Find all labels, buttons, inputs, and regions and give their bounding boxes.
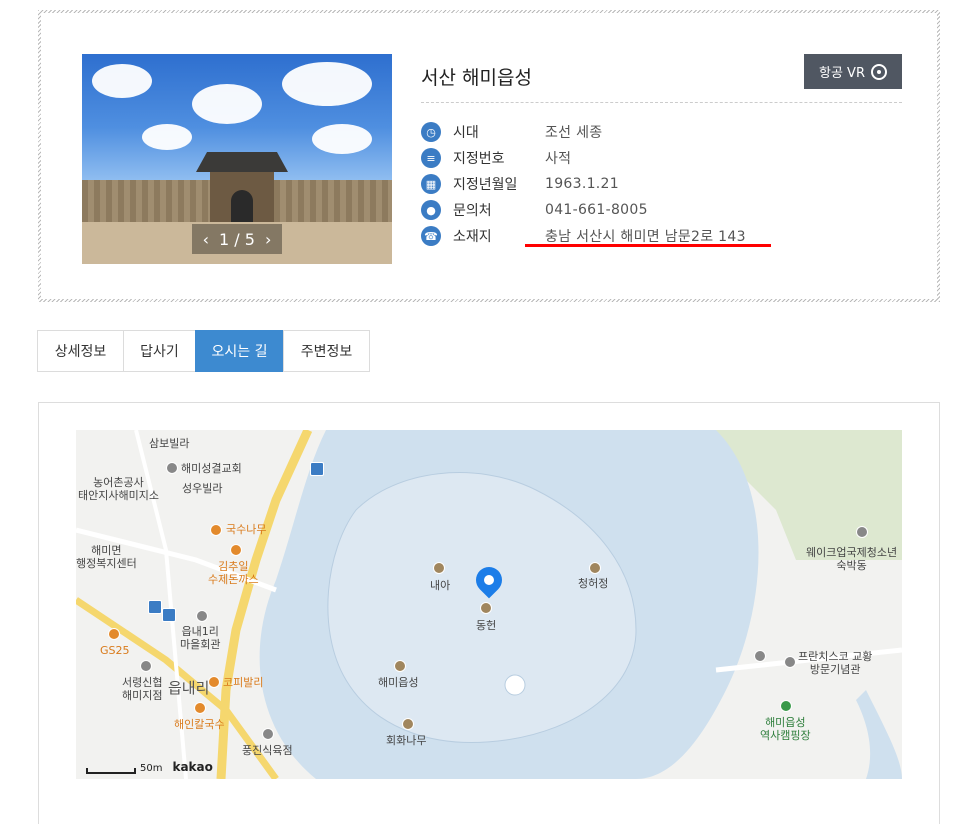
photo-nav: ‹ 1 / 5 › xyxy=(192,224,282,254)
map-label: 해인칼국수 xyxy=(174,718,225,731)
chevron-left-icon[interactable]: ‹ xyxy=(203,230,209,249)
detail-label: 문의처 xyxy=(453,203,492,219)
heritage-icon[interactable] xyxy=(402,718,414,730)
map-label: 농어촌공사 태안지사해미지소 xyxy=(78,476,159,502)
cafe-icon[interactable] xyxy=(208,676,220,688)
map-scale: 50m kakao xyxy=(86,760,213,774)
photo-counter: 1 / 5 xyxy=(219,229,255,249)
aerial-vr-button[interactable]: 항공 VR xyxy=(804,54,902,89)
detail-label: 지정번호 xyxy=(453,151,505,167)
map-label: 코피발리 xyxy=(223,676,264,689)
bank-icon xyxy=(140,660,152,672)
bus-stop-icon[interactable] xyxy=(148,600,162,614)
map-label: 프란치스코 교황 방문기념관 xyxy=(798,650,873,676)
document-icon: ≡ xyxy=(421,148,441,168)
map-label: 동헌 xyxy=(476,619,497,632)
convenience-store-icon[interactable] xyxy=(108,628,120,640)
tab-nearby[interactable]: 주변정보 xyxy=(283,330,370,372)
map-label: GS25 xyxy=(100,644,130,657)
detail-value: 041-661-8005 xyxy=(545,202,648,218)
map-label: 해미면 행정복지센터 xyxy=(76,544,137,570)
map-label: 해미성결교회 xyxy=(181,462,242,475)
map-label: 삼보빌라 xyxy=(149,437,190,450)
lodging-icon xyxy=(856,526,868,538)
map-label: 청허정 xyxy=(578,577,609,590)
heritage-photo: ‹ 1 / 5 › xyxy=(82,54,392,264)
detail-row-date: ▦ 지정년월일 1963.1.21 xyxy=(421,171,746,197)
map-label: 성우빌라 xyxy=(182,482,223,495)
kakao-map[interactable]: 삼보빌라 해미성결교회 농어촌공사 태안지사해미지소 성우빌라 국수나무 해미면… xyxy=(76,430,902,779)
detail-label: 소재지 xyxy=(453,229,492,245)
clock-icon: ◷ xyxy=(421,122,441,142)
restaurant-icon[interactable] xyxy=(230,544,242,556)
tab-bar: 상세정보 답사기 오시는 길 주변정보 xyxy=(37,330,370,372)
scale-bar xyxy=(86,768,136,774)
heritage-icon[interactable] xyxy=(394,660,406,672)
place-icon xyxy=(196,610,208,622)
detail-label: 지정년월일 xyxy=(453,177,518,193)
heritage-icon[interactable] xyxy=(480,602,492,614)
tab-directions[interactable]: 오시는 길 xyxy=(195,330,284,372)
phone-icon: ☎ xyxy=(421,226,441,246)
map-label: 서령신협 해미지점 xyxy=(122,676,163,702)
map-label: 해미읍성 xyxy=(378,676,419,689)
heritage-info-box: ‹ 1 / 5 › 서산 해미읍성 항공 VR ◷ 시대 조선 세종 ≡ 지정번… xyxy=(38,10,940,302)
kakao-logo: kakao xyxy=(172,760,213,774)
camping-icon xyxy=(780,700,792,712)
vr-button-label: 항공 VR xyxy=(819,66,865,81)
detail-value: 1963.1.21 xyxy=(545,176,619,192)
map-label: 해미읍성 역사캠핑장 xyxy=(760,716,811,742)
map-label: 웨이크업국제청소년 숙박동 xyxy=(806,546,898,572)
detail-row-contact: ● 문의처 041-661-8005 xyxy=(421,197,746,223)
map-label: 읍내1리 마을회관 xyxy=(180,625,221,651)
vr-icon xyxy=(870,63,887,80)
map-label: 국수나무 xyxy=(226,523,267,536)
tab-details[interactable]: 상세정보 xyxy=(37,330,124,372)
detail-row-designation: ≡ 지정번호 사적 xyxy=(421,145,746,171)
place-icon xyxy=(262,728,274,740)
church-icon xyxy=(166,462,178,474)
map-container: 삼보빌라 해미성결교회 농어촌공사 태안지사해미지소 성우빌라 국수나무 해미면… xyxy=(38,402,940,824)
parking-icon[interactable] xyxy=(754,650,766,662)
address-highlight-underline xyxy=(525,244,771,247)
detail-row-era: ◷ 시대 조선 세종 xyxy=(421,119,746,145)
restaurant-icon[interactable] xyxy=(210,524,222,536)
heritage-icon[interactable] xyxy=(433,562,445,574)
map-label: 읍내리 xyxy=(168,679,210,697)
map-label: 내아 xyxy=(430,579,451,592)
detail-label: 시대 xyxy=(453,125,479,141)
calendar-icon: ▦ xyxy=(421,174,441,194)
heritage-icon[interactable] xyxy=(589,562,601,574)
page-title: 서산 해미읍성 xyxy=(421,67,532,89)
bus-stop-icon[interactable] xyxy=(162,608,176,622)
divider xyxy=(421,102,902,103)
chevron-right-icon[interactable]: › xyxy=(265,230,271,249)
map-label: 김추일 수제돈까스 xyxy=(208,560,259,586)
museum-icon xyxy=(784,656,796,668)
map-label: 풍진식육점 xyxy=(242,744,293,757)
location-icon: ● xyxy=(421,200,441,220)
restaurant-icon[interactable] xyxy=(194,702,206,714)
tab-travelogue[interactable]: 답사기 xyxy=(123,330,196,372)
detail-value: 사적 xyxy=(545,151,572,167)
map-label: 회화나무 xyxy=(386,734,427,747)
detail-list: ◷ 시대 조선 세종 ≡ 지정번호 사적 ▦ 지정년월일 1963.1.21 ●… xyxy=(421,119,746,249)
detail-value: 조선 세종 xyxy=(545,125,603,141)
scale-label: 50m xyxy=(140,763,163,774)
bus-stop-icon[interactable] xyxy=(310,462,324,476)
detail-value: 충남 서산시 해미면 남문2로 143 xyxy=(545,229,746,245)
